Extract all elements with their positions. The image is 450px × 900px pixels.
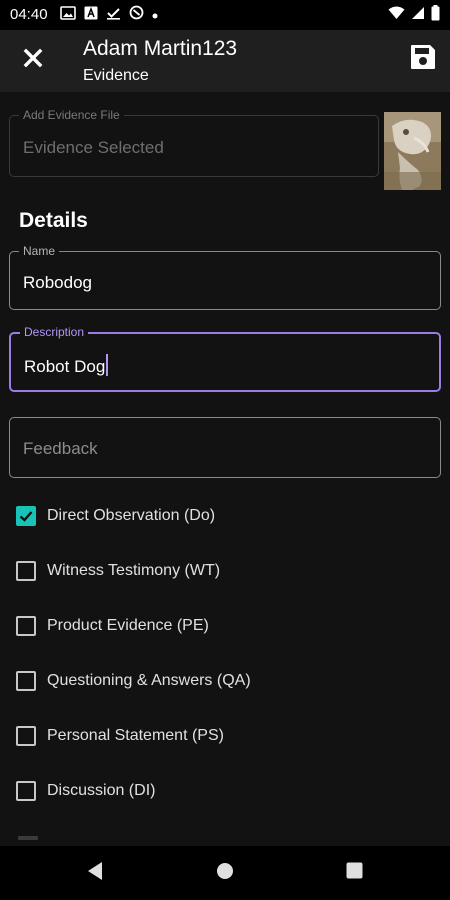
- checkbox-unchecked-icon: [16, 616, 36, 636]
- checkbox-partially-visible[interactable]: [18, 836, 38, 840]
- system-nav-bar: [0, 846, 450, 900]
- checkbox-label: Direct Observation (Do): [47, 507, 216, 524]
- checkbox-unchecked-icon: [16, 781, 36, 801]
- feedback-field[interactable]: Feedback: [9, 417, 441, 478]
- status-system-icons: [388, 4, 440, 26]
- checkbox-checked-icon: [16, 506, 36, 526]
- checkbox-discussion[interactable]: Discussion (DI): [16, 779, 155, 803]
- recents-icon: [346, 862, 363, 884]
- close-icon: [23, 48, 43, 73]
- details-heading: Details: [19, 209, 88, 232]
- checkbox-questioning-answers[interactable]: Questioning & Answers (QA): [16, 669, 251, 693]
- text-cursor: [106, 354, 109, 376]
- status-notification-icons: [60, 5, 158, 25]
- save-icon: [410, 44, 436, 75]
- name-legend: Name: [19, 244, 60, 258]
- home-button[interactable]: [212, 860, 238, 886]
- app-bar: Adam Martin123 Evidence: [0, 30, 450, 92]
- close-button[interactable]: [16, 43, 50, 77]
- checkbox-unchecked-icon: [16, 561, 36, 581]
- recents-button[interactable]: [341, 860, 367, 886]
- wifi-icon: [388, 6, 405, 25]
- dot-icon: [152, 6, 158, 24]
- description-field[interactable]: Description Robot Dog: [9, 325, 441, 392]
- home-icon: [216, 862, 234, 885]
- evidence-file-value: Evidence Selected: [23, 138, 164, 157]
- back-button[interactable]: [82, 860, 108, 886]
- checkbox-label: Questioning & Answers (QA): [47, 672, 251, 689]
- gallery-icon: [60, 5, 76, 25]
- status-bar: 04:40: [0, 0, 450, 30]
- description-value-wrap: Robot Dog: [24, 354, 109, 377]
- checkbox-product-evidence[interactable]: Product Evidence (PE): [16, 614, 209, 638]
- checkbox-label: Discussion (DI): [47, 782, 156, 799]
- feedback-placeholder: Feedback: [23, 439, 98, 458]
- checkbox-label: Product Evidence (PE): [47, 617, 209, 634]
- checkbox-witness-testimony[interactable]: Witness Testimony (WT): [16, 559, 220, 583]
- checkbox-direct-observation[interactable]: Direct Observation (Do): [16, 504, 215, 528]
- page-title: Adam Martin123: [83, 37, 238, 60]
- checkbox-unchecked-icon: [16, 671, 36, 691]
- back-icon: [86, 861, 104, 886]
- checkbox-label: Personal Statement (PS): [47, 727, 224, 744]
- evidence-thumbnail[interactable]: [384, 112, 441, 190]
- name-value: Robodog: [23, 273, 93, 292]
- page-subtitle: Evidence: [83, 67, 149, 84]
- name-field[interactable]: Name Robodog: [9, 244, 441, 310]
- checkbox-personal-statement[interactable]: Personal Statement (PS): [16, 724, 224, 748]
- sync-icon: [129, 5, 144, 25]
- evidence-file-legend: Add Evidence File: [19, 108, 124, 122]
- signal-icon: [411, 6, 425, 25]
- text-icon: [84, 6, 98, 25]
- description-value: Robot Dog: [24, 357, 106, 376]
- save-button[interactable]: [406, 42, 440, 76]
- checkbox-label: Witness Testimony (WT): [47, 562, 221, 579]
- evidence-file-field[interactable]: Add Evidence File Evidence Selected: [9, 108, 379, 177]
- check-icon: [106, 6, 121, 25]
- status-time: 04:40: [10, 6, 48, 23]
- description-legend: Description: [20, 325, 89, 339]
- battery-icon: [431, 4, 440, 26]
- checkbox-unchecked-icon: [16, 726, 36, 746]
